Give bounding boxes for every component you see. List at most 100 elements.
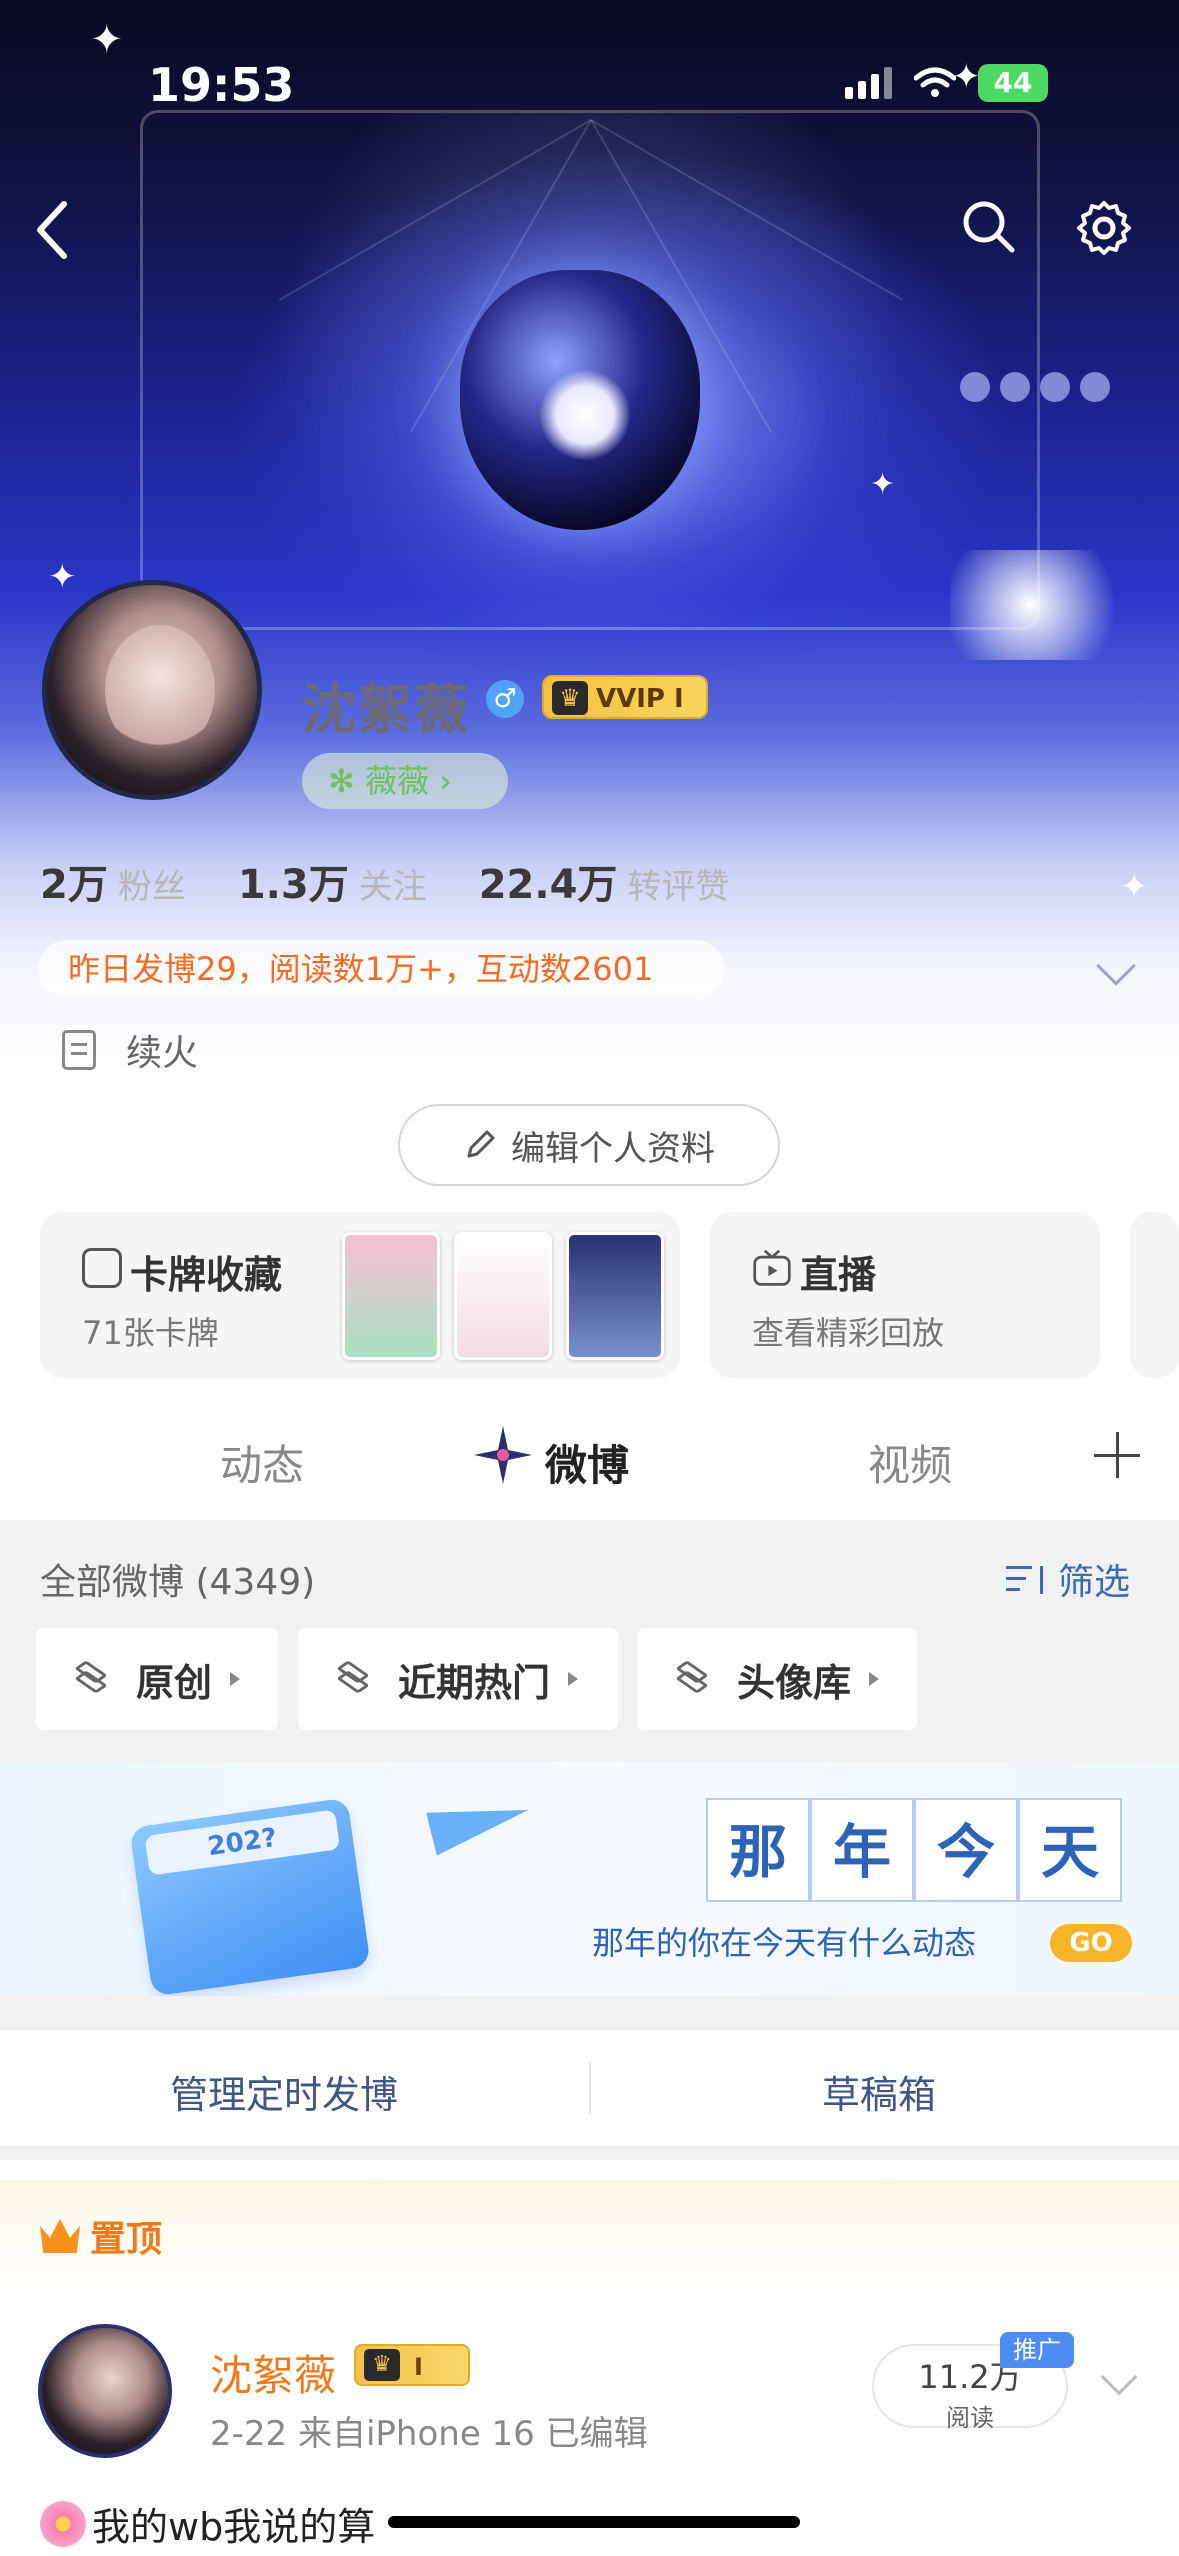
home-indicator[interactable] [388, 2516, 800, 2528]
sparkle-decoration-icon [470, 1422, 536, 1488]
stat-likes[interactable]: 22.4万 转评赞 [479, 852, 730, 910]
chevron-down-icon[interactable] [1100, 2358, 1138, 2396]
avatar[interactable] [42, 580, 262, 800]
scheduled-posts-button[interactable]: 管理定时发博 [170, 2064, 398, 2119]
flower-artwork [950, 550, 1150, 660]
manage-row: 管理定时发博 草稿箱 [0, 2030, 1179, 2146]
card-thumbnail [342, 1232, 440, 1360]
bio-text: 续火 [126, 1033, 199, 1074]
stat-following[interactable]: 1.3万 关注 [238, 852, 427, 910]
crown-icon [40, 2219, 80, 2253]
gear-icon[interactable] [1074, 198, 1134, 258]
snowflake-icon: ✻ [328, 762, 365, 800]
title-char: 那 [706, 1798, 810, 1902]
layers-icon [74, 1660, 110, 1697]
plus-icon[interactable] [1094, 1432, 1140, 1478]
sparkle-icon: ✦ [1120, 867, 1149, 907]
go-button[interactable]: GO [1050, 1924, 1132, 1962]
back-icon[interactable] [30, 198, 74, 262]
post-author-name[interactable]: 沈絮薇 [210, 2342, 336, 2403]
tab-video[interactable]: 视频 [868, 1432, 952, 1493]
pinned-label: 置顶 [40, 2210, 162, 2262]
chip-original-label: 原创 [136, 1660, 213, 1705]
moon-phases-artwork [960, 372, 1110, 402]
paper-plane-icon [426, 1788, 534, 1856]
post-text: 我的wb我说的算 [40, 2496, 375, 2551]
layers-icon [336, 1660, 372, 1697]
sparkle-icon: ✦ [870, 467, 896, 502]
triangle-right-icon [869, 1672, 880, 1686]
card-collection-title: 卡牌收藏 [130, 1253, 283, 1297]
avatar-face [105, 625, 215, 755]
profile-name: 沈絮薇 [302, 678, 470, 741]
triangle-right-icon [230, 1672, 241, 1686]
triangle-right-icon [568, 1672, 579, 1686]
edit-profile-button[interactable]: 编辑个人资料 [398, 1104, 780, 1186]
status-icons: 44 [845, 64, 1048, 102]
chip-trending-label: 近期热门 [398, 1660, 551, 1705]
fan-group-badge[interactable]: ✻ 薇薇 › [302, 753, 508, 809]
post-body: 我的wb我说的算 [92, 2505, 376, 2549]
gender-male-icon: ♂ [486, 680, 524, 718]
card-collection-sub: 71张卡牌 [82, 1314, 219, 1352]
wifi-icon [914, 67, 956, 97]
pencil-icon [467, 1130, 495, 1158]
promote-badge[interactable]: 推广 [1000, 2332, 1074, 2368]
card-live-sub: 查看精彩回放 [752, 1314, 945, 1352]
fan-group-label: 薇薇 [364, 762, 429, 800]
lily-artwork [540, 370, 630, 460]
card-live-title: 直播 [800, 1253, 877, 1297]
yesterday-summary[interactable]: 昨日发博29，阅读数1万+，互动数2601 [38, 940, 724, 998]
status-time: 19:53 [148, 58, 295, 112]
card-star-icon [82, 1248, 122, 1288]
battery-icon: 44 [978, 64, 1048, 102]
banner-subtitle: 那年的你在今天有什么动态 [592, 1924, 977, 1962]
filter-icon [1006, 1562, 1048, 1596]
post-meta: 2-22 来自iPhone 16 已编辑 [210, 2414, 648, 2454]
profile-stats: 2万 粉丝 1.3万 关注 22.4万 转评赞 [40, 852, 729, 910]
layers-icon [675, 1660, 711, 1697]
cellular-signal-icon [845, 67, 892, 99]
tv-icon [753, 1249, 791, 1286]
crown-icon: ♛ [552, 681, 588, 715]
filter-label: 筛选 [1058, 1562, 1131, 1603]
chevron-right-icon: › [429, 762, 452, 800]
card-live[interactable]: 直播 查看精彩回放 [710, 1212, 1100, 1378]
on-this-day-banner[interactable]: 202? 那 年 今 天 那年的你在今天有什么动态 GO [0, 1762, 1179, 1996]
flower-icon [40, 2500, 86, 2547]
crown-icon: ♛ [364, 2349, 400, 2381]
calendar-icon: 202? [129, 1797, 371, 1996]
sparkle-icon: ✦ [90, 17, 124, 63]
title-char: 年 [810, 1798, 914, 1902]
stat-followers[interactable]: 2万 粉丝 [40, 852, 186, 910]
sparkle-icon: ✦ [48, 557, 77, 597]
all-weibo-count: 全部微博 (4349) [40, 1562, 316, 1603]
post-vip-level: I [414, 2353, 423, 2381]
title-char: 天 [1018, 1798, 1122, 1902]
edit-profile-label: 编辑个人资料 [511, 1128, 715, 1169]
pinned-text: 置顶 [90, 2219, 163, 2260]
calendar-year: 202? [144, 1809, 341, 1876]
vvip-badge[interactable]: ♛ VVIP I [542, 675, 708, 719]
search-icon[interactable] [960, 198, 1018, 256]
tab-activity[interactable]: 动态 [220, 1432, 304, 1493]
card-thumbnail [566, 1232, 664, 1360]
pinned-post[interactable]: 置顶 沈絮薇 ♛ I 2-22 来自iPhone 16 已编辑 11.2万 阅读… [0, 2180, 1179, 2556]
title-char: 今 [914, 1798, 1018, 1902]
document-icon [62, 1030, 96, 1070]
tab-weibo[interactable]: 微博 [545, 1432, 629, 1493]
chip-avatar-library-label: 头像库 [737, 1660, 852, 1705]
post-vip-badge[interactable]: ♛ I [354, 2344, 470, 2386]
chip-trending[interactable]: 近期热门 [298, 1628, 618, 1730]
chip-avatar-library[interactable]: 头像库 [637, 1628, 917, 1730]
profile-tabs: 动态 微博 视频 [0, 1410, 1179, 1520]
profile-bio: 续火 [62, 1024, 198, 1076]
filter-button[interactable]: 筛选 [1006, 1553, 1130, 1605]
profile-header-background[interactable]: ✦ ✦ ✦ ✦ ✦ [0, 0, 1179, 1080]
drafts-button[interactable]: 草稿箱 [822, 2064, 936, 2119]
card-collection[interactable]: 卡牌收藏 71张卡牌 [40, 1212, 680, 1378]
card-more[interactable] [1130, 1212, 1179, 1378]
post-avatar[interactable] [38, 2324, 172, 2458]
chip-original[interactable]: 原创 [36, 1628, 278, 1730]
divider [589, 2062, 591, 2114]
